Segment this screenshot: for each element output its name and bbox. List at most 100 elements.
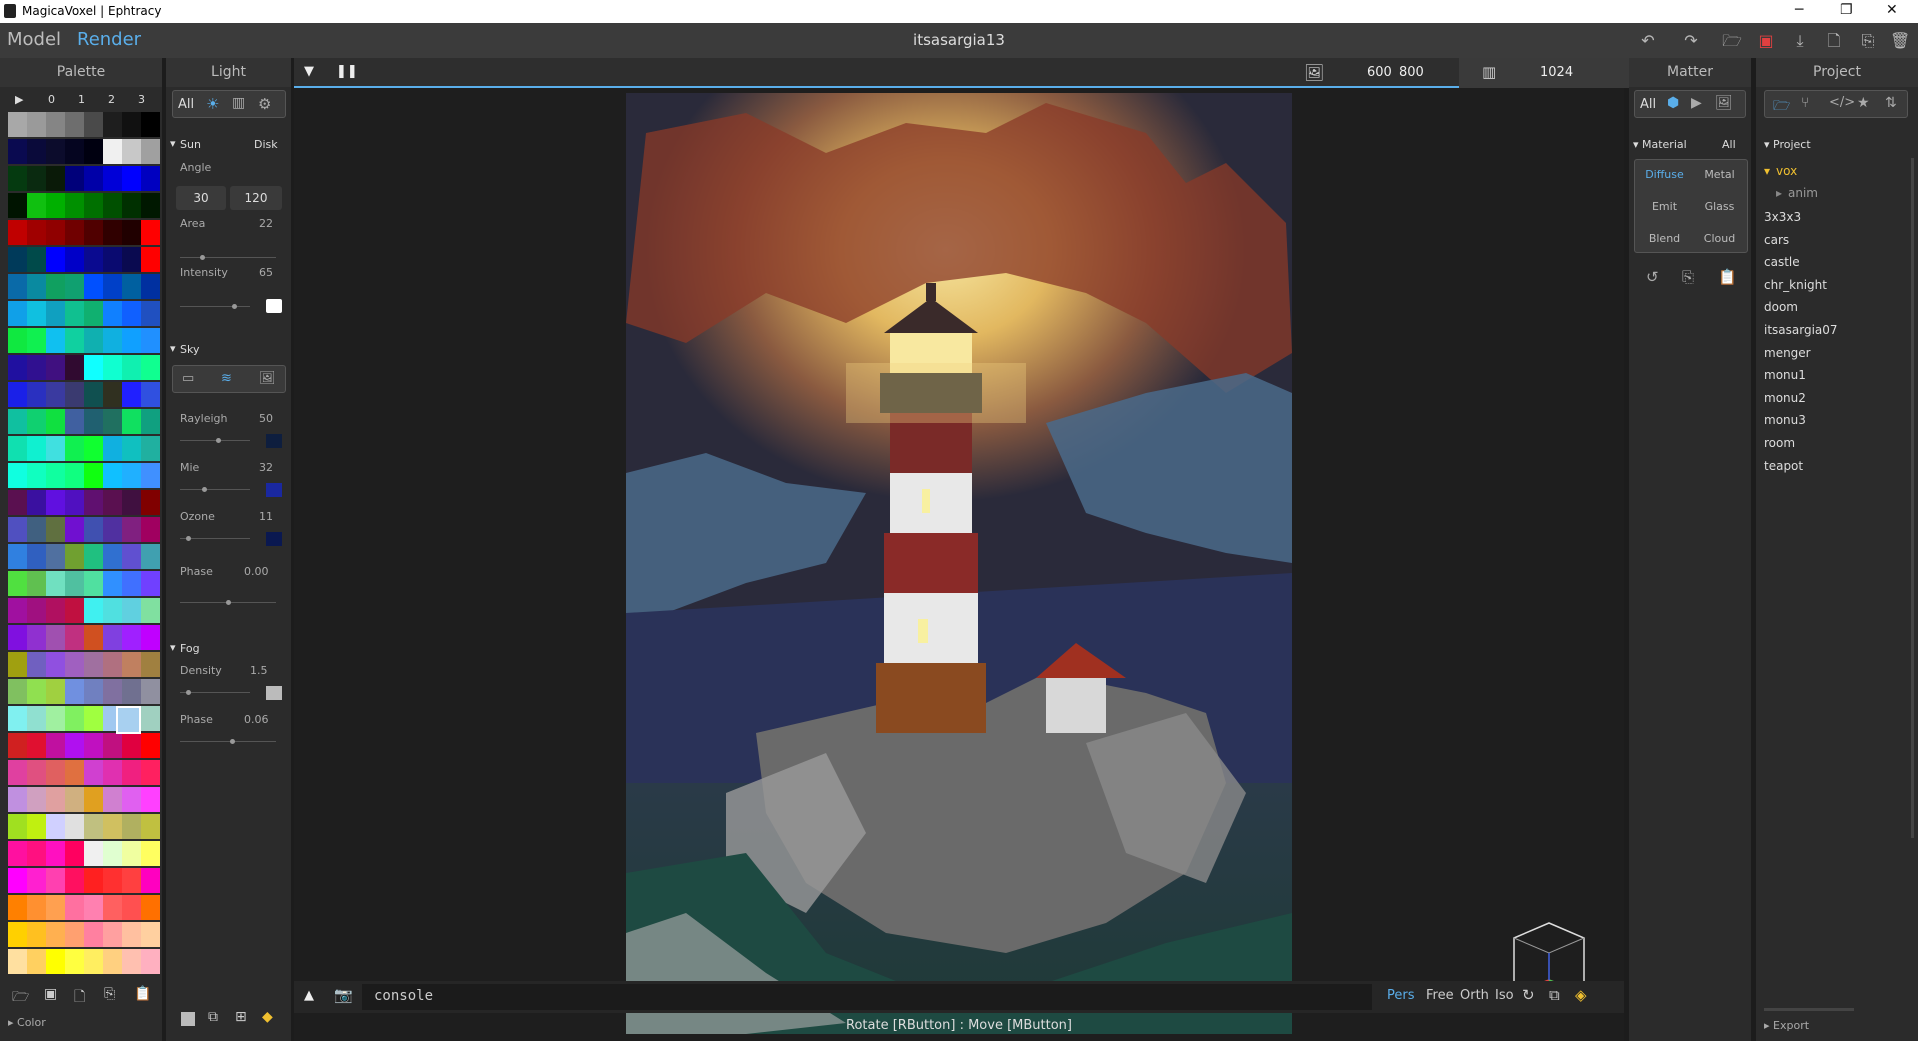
project-file-item[interactable]: itsasargia07 xyxy=(1764,323,1838,337)
palette-swatch[interactable] xyxy=(8,787,27,812)
camera-mode-pers[interactable]: Pers xyxy=(1387,988,1415,1003)
palette-swatch[interactable] xyxy=(84,247,103,272)
palette-swatch[interactable] xyxy=(122,328,141,353)
palette-swatch[interactable] xyxy=(122,220,141,245)
sky-phase-value[interactable]: 0.00 xyxy=(244,565,269,578)
palette-swatch[interactable] xyxy=(122,922,141,947)
save-icon[interactable]: ▣ xyxy=(1756,31,1776,51)
palette-swatch[interactable] xyxy=(84,760,103,785)
palette-swatch[interactable] xyxy=(84,301,103,326)
sun-area-value[interactable]: 22 xyxy=(259,217,273,230)
project-file-item[interactable]: room xyxy=(1764,436,1795,450)
palette-swatch[interactable] xyxy=(8,274,27,299)
palette-swatch[interactable] xyxy=(84,922,103,947)
camera-icon[interactable]: ▶ xyxy=(1691,95,1702,111)
palette-swatch[interactable] xyxy=(8,382,27,407)
palette-swatch[interactable] xyxy=(27,301,46,326)
new-palette-icon[interactable]: 🗋 xyxy=(74,986,85,1010)
palette-swatch[interactable] xyxy=(141,706,160,731)
palette-swatch[interactable] xyxy=(46,679,65,704)
palette-swatch[interactable] xyxy=(8,895,27,920)
palette-swatch[interactable] xyxy=(84,679,103,704)
palette-swatch[interactable] xyxy=(27,112,46,137)
palette-swatch[interactable] xyxy=(27,220,46,245)
palette-swatch[interactable] xyxy=(65,625,84,650)
palette-swatch[interactable] xyxy=(122,544,141,569)
palette-swatch[interactable] xyxy=(46,166,65,191)
palette-swatch[interactable] xyxy=(8,544,27,569)
project-folder-icon[interactable]: 🗁 xyxy=(1773,95,1790,119)
palette-swatch[interactable] xyxy=(84,571,103,596)
palette-swatch[interactable] xyxy=(65,517,84,542)
new-file-icon[interactable]: 🗋 xyxy=(1824,31,1844,51)
palette-swatch[interactable] xyxy=(8,598,27,623)
palette-swatch[interactable] xyxy=(27,247,46,272)
image-size-icon[interactable]: 🖼 xyxy=(1304,63,1324,82)
palette-swatch[interactable] xyxy=(103,733,122,758)
palette-swatch[interactable] xyxy=(65,247,84,272)
palette-swatch[interactable] xyxy=(46,193,65,218)
samples-chart-icon[interactable]: ▥ xyxy=(1482,63,1496,81)
palette-swatch[interactable] xyxy=(84,166,103,191)
palette-swatch[interactable] xyxy=(65,679,84,704)
palette-swatch[interactable] xyxy=(46,301,65,326)
palette-swatch[interactable] xyxy=(27,490,46,515)
camera-mode-free[interactable]: Free xyxy=(1426,988,1454,1003)
palette-swatch[interactable] xyxy=(27,706,46,731)
palette-swatch[interactable] xyxy=(103,355,122,380)
palette-swatch[interactable] xyxy=(141,760,160,785)
palette-swatch[interactable] xyxy=(46,409,65,434)
palette-swatch[interactable] xyxy=(65,868,84,893)
viewport-menu-icon[interactable]: ▼ xyxy=(304,64,314,79)
image-icon[interactable]: 🖼 xyxy=(1715,95,1733,111)
camera-mode-iso[interactable]: Iso xyxy=(1495,988,1514,1003)
palette-swatch[interactable] xyxy=(46,220,65,245)
sun-color-swatch[interactable] xyxy=(266,299,282,313)
palette-swatch[interactable] xyxy=(46,598,65,623)
sun-section-arrow[interactable]: ▾ xyxy=(170,137,176,150)
palette-swatch[interactable] xyxy=(65,463,84,488)
palette-swatch[interactable] xyxy=(8,301,27,326)
palette-swatch[interactable] xyxy=(122,652,141,677)
project-file-item[interactable]: teapot xyxy=(1764,459,1803,473)
palette-swatch[interactable] xyxy=(122,382,141,407)
anim-folder-arrow[interactable]: ▸ xyxy=(1776,186,1782,200)
material-metal[interactable]: Metal xyxy=(1692,168,1747,181)
delete-icon[interactable]: 🗑 xyxy=(1890,31,1910,51)
palette-swatch[interactable] xyxy=(122,625,141,650)
palette-swatch[interactable] xyxy=(46,652,65,677)
palette-swatch[interactable] xyxy=(141,598,160,623)
palette-swatch[interactable] xyxy=(103,382,122,407)
palette-swatch[interactable] xyxy=(8,328,27,353)
palette-swatch[interactable] xyxy=(27,463,46,488)
palette-page-3[interactable]: 3 xyxy=(138,93,145,106)
palette-swatch[interactable] xyxy=(141,949,160,974)
palette-swatch[interactable] xyxy=(141,382,160,407)
palette-swatch[interactable] xyxy=(65,733,84,758)
palette-swatch[interactable] xyxy=(103,436,122,461)
cube-view-icon[interactable]: ◈ xyxy=(1575,986,1587,1004)
palette-swatch[interactable] xyxy=(141,868,160,893)
settings-filter-icon[interactable]: ⚙ xyxy=(258,95,271,113)
palette-swatch[interactable] xyxy=(84,652,103,677)
palette-swatch[interactable] xyxy=(46,139,65,164)
palette-swatch[interactable] xyxy=(103,922,122,947)
palette-play-icon[interactable]: ▶ xyxy=(15,93,23,106)
palette-swatch[interactable] xyxy=(8,760,27,785)
mie-value[interactable]: 32 xyxy=(259,461,273,474)
palette-swatch[interactable] xyxy=(84,733,103,758)
palette-swatch[interactable] xyxy=(141,274,160,299)
palette-swatch[interactable] xyxy=(103,760,122,785)
palette-swatch[interactable] xyxy=(141,193,160,218)
palette-swatch[interactable] xyxy=(84,895,103,920)
copy-palette-icon[interactable]: ⎘ xyxy=(104,986,115,1002)
sun-filter-icon[interactable]: ☀ xyxy=(206,95,219,113)
camera-mode-orth[interactable]: Orth xyxy=(1460,988,1489,1003)
palette-swatch[interactable] xyxy=(8,841,27,866)
palette-swatch[interactable] xyxy=(122,247,141,272)
palette-swatch[interactable] xyxy=(65,760,84,785)
close-button[interactable]: ✕ xyxy=(1886,2,1898,18)
palette-swatch[interactable] xyxy=(65,598,84,623)
material-glass[interactable]: Glass xyxy=(1692,200,1747,213)
project-tree-icon[interactable]: ⑂ xyxy=(1801,95,1809,111)
